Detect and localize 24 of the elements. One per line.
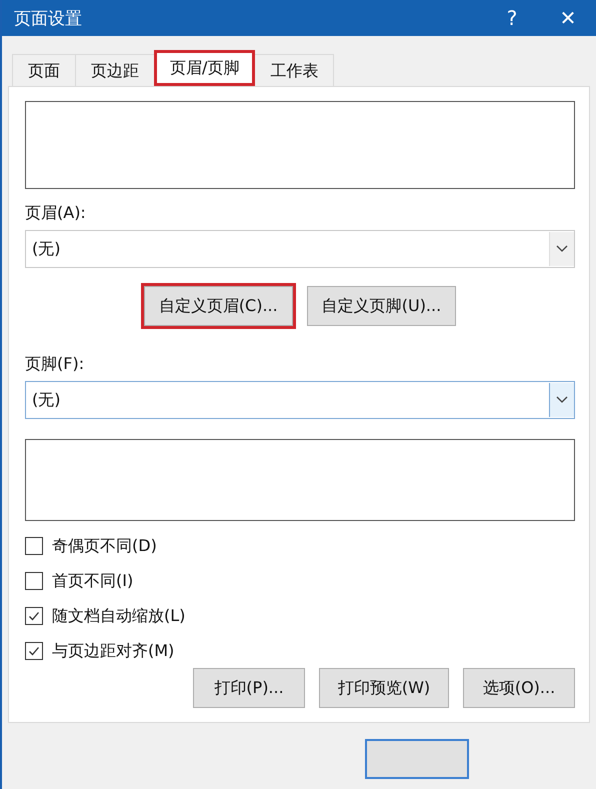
custom-button[interactable]: 自定义页脚(U)... [306, 286, 456, 326]
tab[interactable]: 工作表 [254, 54, 334, 86]
checkbox[interactable] [25, 642, 43, 660]
dropdown[interactable]: (无) [25, 230, 575, 268]
checkbox-label: 随文档自动缩放(L) [52, 606, 186, 626]
checkbox[interactable] [25, 572, 43, 590]
footer-label: 页脚(F): [25, 354, 86, 375]
custom-button[interactable]: 自定义页眉(C)... [144, 286, 293, 326]
tab[interactable]: 页面 [12, 54, 76, 86]
window-title: 页面设置 [14, 8, 83, 30]
dialog-button[interactable]: 打印(P)... [193, 668, 305, 708]
dropdown[interactable]: (无) [25, 381, 575, 419]
checkbox[interactable] [25, 537, 43, 555]
dialog-button[interactable] [365, 739, 469, 779]
header-label: 页眉(A): [25, 203, 87, 224]
close-button[interactable]: ✕ [540, 0, 596, 36]
dialog-button[interactable]: 选项(O)... [463, 668, 575, 708]
checkbox[interactable] [25, 607, 43, 625]
tab[interactable]: 页眉/页脚 [154, 50, 256, 86]
dialog-button[interactable]: 打印预览(W) [319, 668, 449, 708]
help-button[interactable]: ? [484, 0, 540, 36]
checkbox-label: 首页不同(I) [52, 570, 134, 592]
checkbox-label: 奇偶页不同(D) [52, 536, 157, 556]
checkbox-label: 与页边距对齐(M) [52, 640, 174, 662]
